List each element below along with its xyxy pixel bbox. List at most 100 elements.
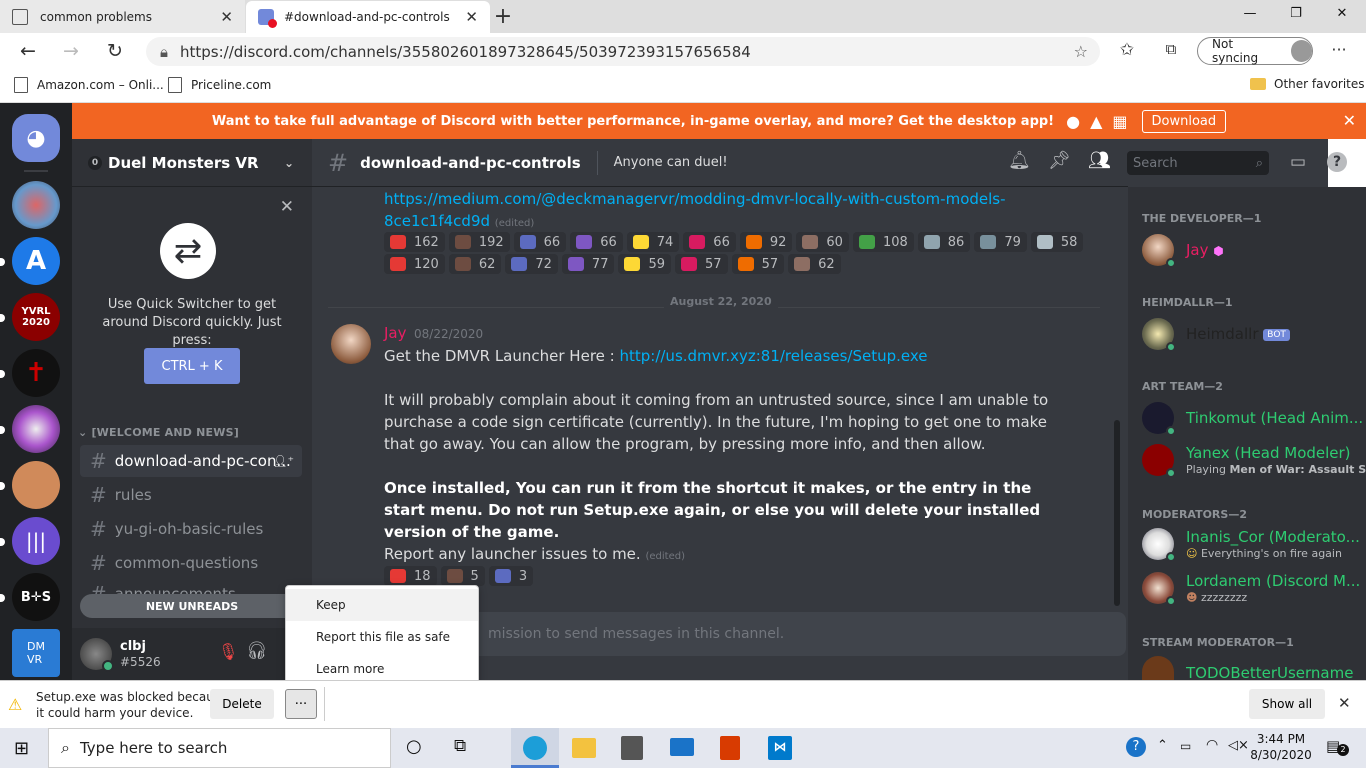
inbox-icon[interactable]: ▭ (1290, 152, 1306, 172)
reaction-chip[interactable]: 66 (513, 232, 567, 252)
reaction-chip[interactable]: 5 (440, 566, 485, 586)
reaction-chip[interactable]: 57 (675, 254, 728, 274)
collections-icon[interactable]: ⧉ (1158, 40, 1184, 58)
member-name[interactable]: Heimdallr BOT (1186, 325, 1290, 343)
reaction-chip[interactable]: 66 (683, 232, 736, 252)
help-icon[interactable]: ? (1126, 737, 1146, 757)
reaction-chip[interactable]: 59 (618, 254, 672, 274)
profile-button[interactable]: Not syncing (1197, 37, 1313, 65)
member-name[interactable]: Lordanem (Discord M... (1186, 572, 1360, 590)
new-unreads-pill[interactable]: NEW UNREADS (80, 594, 304, 618)
member-name[interactable]: Yanex (Head Modeler) (1186, 444, 1351, 462)
bookmark-priceline[interactable]: Priceline.com (168, 77, 271, 93)
chat-scrollbar[interactable] (1114, 420, 1120, 606)
server-icon-dmvr[interactable]: DM VR (12, 629, 60, 677)
url-field[interactable]: 🔒︎ https://discord.com/channels/35580260… (146, 37, 1100, 66)
close-download-bar-icon[interactable]: ✕ (1338, 694, 1351, 712)
reaction-chip[interactable]: 18 (384, 566, 437, 586)
reaction-chip[interactable]: 192 (448, 232, 510, 252)
reaction-chip[interactable]: 74 (626, 232, 680, 252)
avatar[interactable] (1142, 444, 1176, 478)
favorite-star-icon[interactable]: ☆ (1074, 42, 1088, 61)
server-icon[interactable]: A (12, 237, 60, 285)
reaction-chip[interactable]: 62 (448, 254, 502, 274)
server-icon[interactable]: ||| (12, 517, 60, 565)
server-icon[interactable] (12, 181, 60, 229)
channel-yu-gi-oh-basic-rules[interactable]: # yu-gi-oh-basic-rules (80, 513, 302, 545)
download-app-button[interactable]: Download (1141, 109, 1227, 133)
avatar[interactable] (1142, 572, 1176, 606)
back-button[interactable]: ← (15, 40, 41, 62)
reaction-chip[interactable]: 162 (384, 232, 445, 252)
refresh-button[interactable]: ↻ (102, 40, 128, 62)
taskbar-search-input[interactable]: ⌕ Type here to search (48, 728, 391, 768)
file-explorer-icon[interactable] (572, 738, 596, 758)
search-input[interactable]: Search ⌕ (1127, 151, 1269, 175)
avatar[interactable] (1142, 656, 1174, 680)
reaction-chip[interactable]: 120 (384, 254, 445, 274)
setup-download-link[interactable]: http://us.dmvr.xyz:81/releases/Setup.exe (619, 347, 927, 365)
clock[interactable]: 3:44 PM 8/30/2020 (1250, 731, 1312, 763)
mute-microphone-icon[interactable]: 🎙︎ (218, 642, 238, 661)
bookmark-amazon[interactable]: Amazon.com – Onli... (14, 77, 164, 93)
other-favorites[interactable]: Other favorites (1250, 77, 1365, 91)
show-all-downloads-button[interactable]: Show all (1249, 689, 1325, 719)
server-header[interactable]: 0 Duel Monsters VR ⌄ (72, 139, 312, 187)
channel-announcements[interactable]: # announcements (80, 581, 302, 595)
channel-rules[interactable]: # rules (80, 479, 302, 511)
reaction-chip[interactable]: 57 (731, 254, 785, 274)
avatar[interactable] (331, 324, 371, 364)
reaction-chip[interactable]: 92 (739, 232, 793, 252)
browser-tab-common-problems[interactable]: common problems ✕ (0, 0, 245, 33)
new-tab-button[interactable]: + (492, 4, 514, 29)
mail-icon[interactable] (670, 738, 694, 756)
report-safe-menu-item[interactable]: Report this file as safe (286, 621, 478, 653)
reaction-chip[interactable]: 66 (570, 232, 623, 252)
wifi-icon[interactable]: ◠ (1206, 737, 1218, 753)
avatar[interactable] (1142, 402, 1176, 436)
cortana-icon[interactable]: ○ (406, 736, 422, 757)
forward-button[interactable]: → (58, 40, 84, 62)
close-tab-icon[interactable]: ✕ (465, 8, 478, 26)
add-member-icon[interactable]: 👤︎⁺ (272, 454, 294, 468)
headphones-icon[interactable]: 🎧︎ (246, 641, 268, 661)
member-name[interactable]: TODOBetterUsername (1186, 664, 1353, 680)
ctrl-k-shortcut-button[interactable]: CTRL + K (144, 348, 240, 384)
close-icon[interactable]: ✕ (280, 197, 294, 217)
office-icon[interactable] (720, 736, 740, 760)
battery-icon[interactable]: ▭ (1180, 739, 1191, 753)
delete-download-button[interactable]: Delete (210, 689, 274, 719)
reaction-chip[interactable]: 58 (1030, 232, 1084, 252)
channel-common-questions[interactable]: # common-questions (80, 547, 302, 579)
taskbar-edge-app[interactable] (511, 728, 559, 768)
help-icon[interactable]: ? (1327, 152, 1347, 172)
server-icon[interactable] (12, 461, 60, 509)
reaction-chip[interactable]: 60 (796, 232, 849, 252)
notification-bell-icon[interactable]: 🔔︎ (1008, 150, 1031, 171)
server-icon[interactable]: YVRL 2020 (12, 293, 60, 341)
close-tab-icon[interactable]: ✕ (220, 8, 233, 26)
server-icon[interactable] (12, 405, 60, 453)
keep-menu-item[interactable]: Keep (286, 589, 478, 621)
volume-muted-icon[interactable]: ◁× (1228, 738, 1249, 753)
reaction-chip[interactable]: 86 (917, 232, 971, 252)
member-list-icon[interactable]: 👥︎ (1088, 150, 1111, 171)
reaction-chip[interactable]: 3 (488, 566, 534, 586)
more-options-button[interactable]: ··· (285, 689, 317, 719)
avatar[interactable] (1142, 318, 1176, 352)
avatar[interactable] (1142, 234, 1176, 268)
store-icon[interactable] (621, 736, 643, 760)
reaction-chip[interactable]: 77 (561, 254, 615, 274)
maximize-button[interactable]: ❐ (1284, 6, 1308, 21)
favorites-icon[interactable]: ✩ (1114, 40, 1140, 60)
close-window-button[interactable]: ✕ (1330, 6, 1354, 21)
browser-tab-discord[interactable]: #download-and-pc-controls ✕ (246, 1, 490, 33)
pin-icon[interactable]: 📌︎ (1048, 150, 1071, 171)
server-icon[interactable]: ✝ (12, 349, 60, 397)
server-icon[interactable]: B✛S (12, 573, 60, 621)
vscode-icon[interactable]: ⋈ (768, 736, 792, 760)
discord-home-icon[interactable]: ◕ (12, 114, 60, 162)
avatar[interactable] (1142, 528, 1176, 562)
reaction-chip[interactable]: 79 (974, 232, 1027, 252)
reaction-chip[interactable]: 62 (788, 254, 841, 274)
